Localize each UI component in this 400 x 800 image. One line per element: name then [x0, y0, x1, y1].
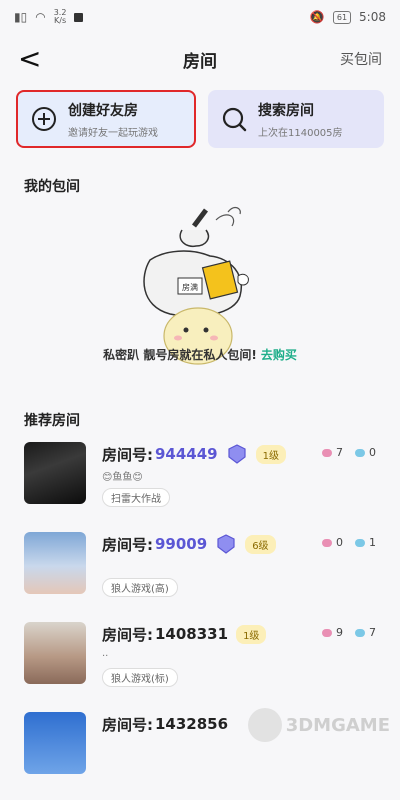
room-number-label: 房间号: — [102, 625, 153, 644]
room-row[interactable]: 房间号: 1408331 1级 9 7 .. 狼人游戏(标) — [0, 622, 400, 710]
search-icon — [222, 107, 247, 132]
search-card-subtitle: 上次在1140005房 — [258, 127, 343, 139]
room-thumbnail — [24, 532, 86, 594]
stat-b: 0 — [369, 446, 376, 459]
wifi-icon: ◠ — [35, 10, 46, 24]
search-room-card[interactable]: 搜索房间 上次在1140005房 — [208, 90, 384, 148]
female-count-icon — [355, 448, 365, 457]
my-rooms-heading: 我的包间 — [24, 179, 80, 195]
recommended-rooms-heading: 推荐房间 — [24, 413, 80, 429]
create-card-title: 创建好友房 — [68, 102, 138, 119]
status-bar: ▮▯ ◠ 3.2 K/s 🔕 61 5:08 — [0, 0, 400, 34]
room-number-label: 房间号: — [102, 445, 153, 464]
watermark-logo-icon — [247, 708, 282, 742]
action-cards: 创建好友房 邀请好友一起玩游戏 搜索房间 上次在1140005房 — [0, 84, 400, 148]
stat-b: 7 — [369, 626, 376, 639]
buy-room-link[interactable]: 买包间 — [340, 49, 382, 69]
stat-a: 0 — [336, 536, 343, 549]
buy-link[interactable]: 去购买 — [261, 348, 297, 362]
room-number: 944449 — [155, 445, 218, 463]
level-badge: 1级 — [255, 444, 286, 464]
top-bar: < 房间 买包间 — [0, 34, 400, 84]
room-stats: 9 7 — [322, 626, 376, 639]
clock: 5:08 — [359, 10, 386, 24]
rank-badge-icon — [217, 534, 235, 554]
room-number-label: 房间号: — [102, 535, 153, 554]
signal-icon: ▮▯ — [14, 10, 28, 24]
male-count-icon — [322, 538, 332, 547]
room-number-label: 房间号: — [102, 715, 153, 734]
room-thumbnail — [24, 442, 86, 504]
stat-a: 7 — [336, 446, 343, 459]
room-note — [102, 558, 376, 574]
room-full-sign: 房满 — [182, 282, 198, 292]
game-tag: 扫雷大作战 — [102, 488, 170, 507]
search-card-title: 搜索房间 — [258, 102, 314, 119]
create-card-subtitle: 邀请好友一起玩游戏 — [68, 127, 158, 139]
male-count-icon — [322, 448, 332, 457]
plus-circle-icon — [32, 107, 56, 131]
empty-rooms-illustration: 房满 私密趴 靓号房就在私人包间! 去购买 — [0, 196, 400, 384]
network-speed: 3.2 K/s — [53, 8, 67, 25]
room-note: .. — [102, 648, 109, 659]
male-count-icon — [322, 628, 332, 637]
room-number: 1432856 — [155, 715, 229, 733]
room-stats: 0 1 — [322, 536, 376, 549]
promo-banner: 私密趴 靓号房就在私人包间! 去购买 — [0, 346, 400, 363]
battery-indicator: 61 — [332, 10, 352, 24]
room-number: 1408331 — [155, 625, 229, 643]
level-badge: 1级 — [236, 624, 267, 644]
room-row[interactable]: 房间号: 99009 6级 0 1 狼人游戏(高) — [0, 532, 400, 620]
room-thumbnail — [24, 622, 86, 684]
stat-b: 1 — [369, 536, 376, 549]
female-count-icon — [355, 628, 365, 637]
room-row[interactable]: 房间号: 944449 1级 7 0 😊鱼鱼😊 扫雷大作战 — [0, 442, 400, 530]
game-tag: 狼人游戏(高) — [102, 578, 178, 597]
watermark: 3DMGAME — [247, 708, 390, 742]
room-number: 99009 — [155, 535, 208, 553]
stat-a: 9 — [336, 626, 343, 639]
mute-icon: 🔕 — [309, 10, 325, 24]
create-friend-room-card[interactable]: 创建好友房 邀请好友一起玩游戏 — [16, 90, 196, 148]
female-count-icon — [355, 538, 365, 547]
promo-text: 私密趴 靓号房就在私人包间! — [103, 348, 257, 362]
back-icon[interactable]: < — [18, 45, 41, 73]
app-notification-icon — [74, 12, 84, 22]
room-stats: 7 0 — [322, 446, 376, 459]
room-note: 😊鱼鱼😊 — [102, 472, 143, 483]
room-thumbnail — [24, 712, 86, 774]
level-badge: 6级 — [245, 534, 276, 554]
rank-badge-icon — [228, 444, 246, 464]
game-tag: 狼人游戏(标) — [102, 668, 178, 687]
room-list: 房间号: 944449 1级 7 0 😊鱼鱼😊 扫雷大作战 房间号: 99009… — [0, 442, 400, 800]
